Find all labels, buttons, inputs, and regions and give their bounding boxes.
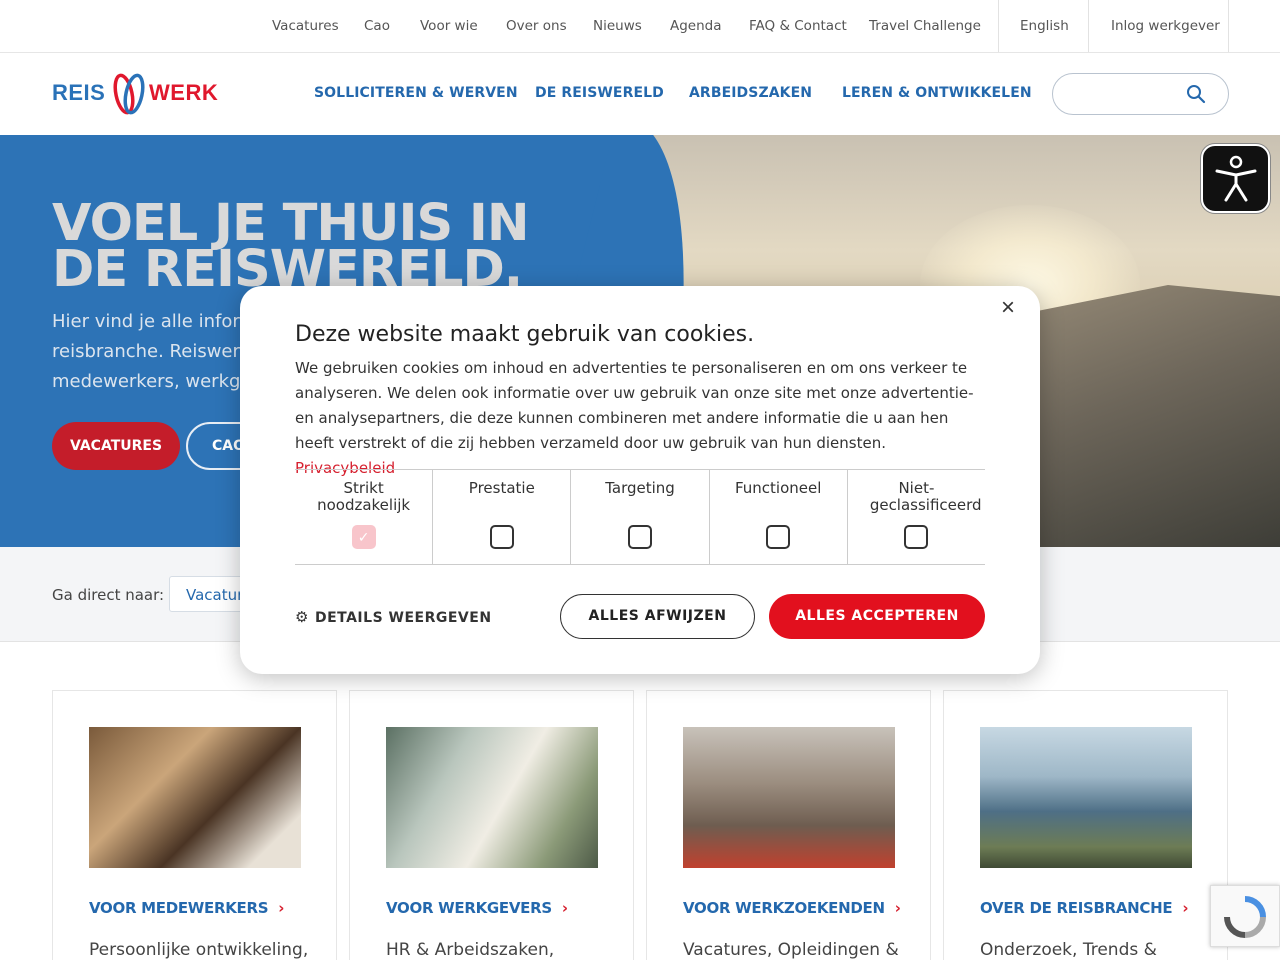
cookie-consent-dialog: × Deze website maakt gebruik van cookies… — [240, 286, 1040, 674]
cookie-category-targeting: Targeting — [571, 470, 710, 564]
cookie-checkbox-strict[interactable]: ✓ — [351, 525, 376, 549]
cookie-category-functional: Functioneel — [710, 470, 848, 564]
close-icon[interactable]: × — [998, 296, 1018, 320]
accept-all-button[interactable]: ALLES ACCEPTEREN — [769, 594, 985, 639]
cookie-category-label: Prestatie — [468, 479, 535, 497]
cookie-body-text: We gebruiken cookies om inhoud en advert… — [295, 359, 974, 452]
cookie-category-label: Niet-geclassificeerd — [869, 479, 982, 514]
show-details-label: DETAILS WEERGEVEN — [314, 610, 492, 626]
gear-icon: ⚙ — [295, 608, 309, 626]
cookie-checkbox-functional[interactable] — [766, 525, 791, 549]
cookie-categories: Strikt noodzakelijk ✓ Prestatie Targetin… — [295, 469, 985, 565]
cookie-category-label: Functioneel — [734, 479, 822, 497]
cookie-category-label: Strikt noodzakelijk — [317, 479, 411, 514]
reject-all-button[interactable]: ALLES AFWIJZEN — [560, 594, 755, 639]
cookie-category-unclassified: Niet-geclassificeerd — [848, 470, 985, 564]
cookie-category-label: Targeting — [605, 479, 675, 497]
cookie-checkbox-targeting[interactable] — [628, 525, 652, 549]
show-details-button[interactable]: ⚙ DETAILS WEERGEVEN — [295, 608, 492, 626]
cookie-checkbox-unclassified[interactable] — [904, 525, 929, 549]
cookie-category-performance: Prestatie — [433, 470, 572, 564]
cookie-description: We gebruiken cookies om inhoud en advert… — [295, 356, 985, 481]
cookie-checkbox-performance[interactable] — [489, 525, 514, 549]
cookie-title: Deze website maakt gebruik van cookies. — [295, 322, 755, 347]
cookie-category-strict: Strikt noodzakelijk ✓ — [295, 470, 434, 564]
